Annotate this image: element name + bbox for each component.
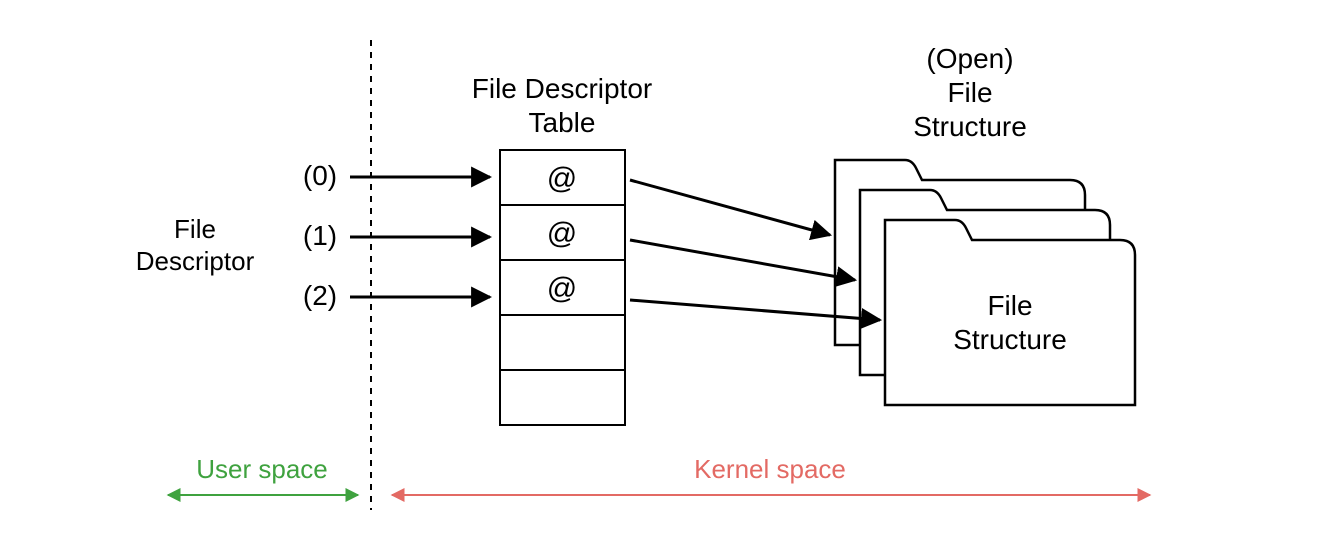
fd-number-0: (0)	[303, 160, 337, 191]
fd-table-title-line1: File Descriptor	[472, 73, 652, 104]
open-file-structure-title-line1: (Open)	[926, 43, 1013, 74]
file-descriptor-label-line1: File	[174, 214, 216, 244]
diagram-canvas: File Descriptor (0) (1) (2) File Descrip…	[0, 0, 1320, 544]
fd-table: @ @ @	[500, 150, 625, 425]
kernel-space-label: Kernel space	[694, 454, 846, 484]
file-structure-label-line2: Structure	[953, 324, 1067, 355]
fd-table-title-line2: Table	[529, 107, 596, 138]
open-file-structure-title-line3: Structure	[913, 111, 1027, 142]
fd-table-cell-2: @	[547, 272, 577, 305]
arrow-cell1-to-struct	[630, 240, 855, 280]
fd-table-cell-0: @	[547, 162, 577, 195]
arrow-cell0-to-struct	[630, 180, 830, 235]
file-structure-stack: File Structure	[835, 160, 1135, 405]
user-space-label: User space	[196, 454, 328, 484]
fd-table-cell-1: @	[547, 217, 577, 250]
fd-number-1: (1)	[303, 220, 337, 251]
open-file-structure-title-line2: File	[947, 77, 992, 108]
file-structure-label-line1: File	[987, 290, 1032, 321]
fd-number-2: (2)	[303, 280, 337, 311]
file-descriptor-label-line2: Descriptor	[136, 246, 255, 276]
